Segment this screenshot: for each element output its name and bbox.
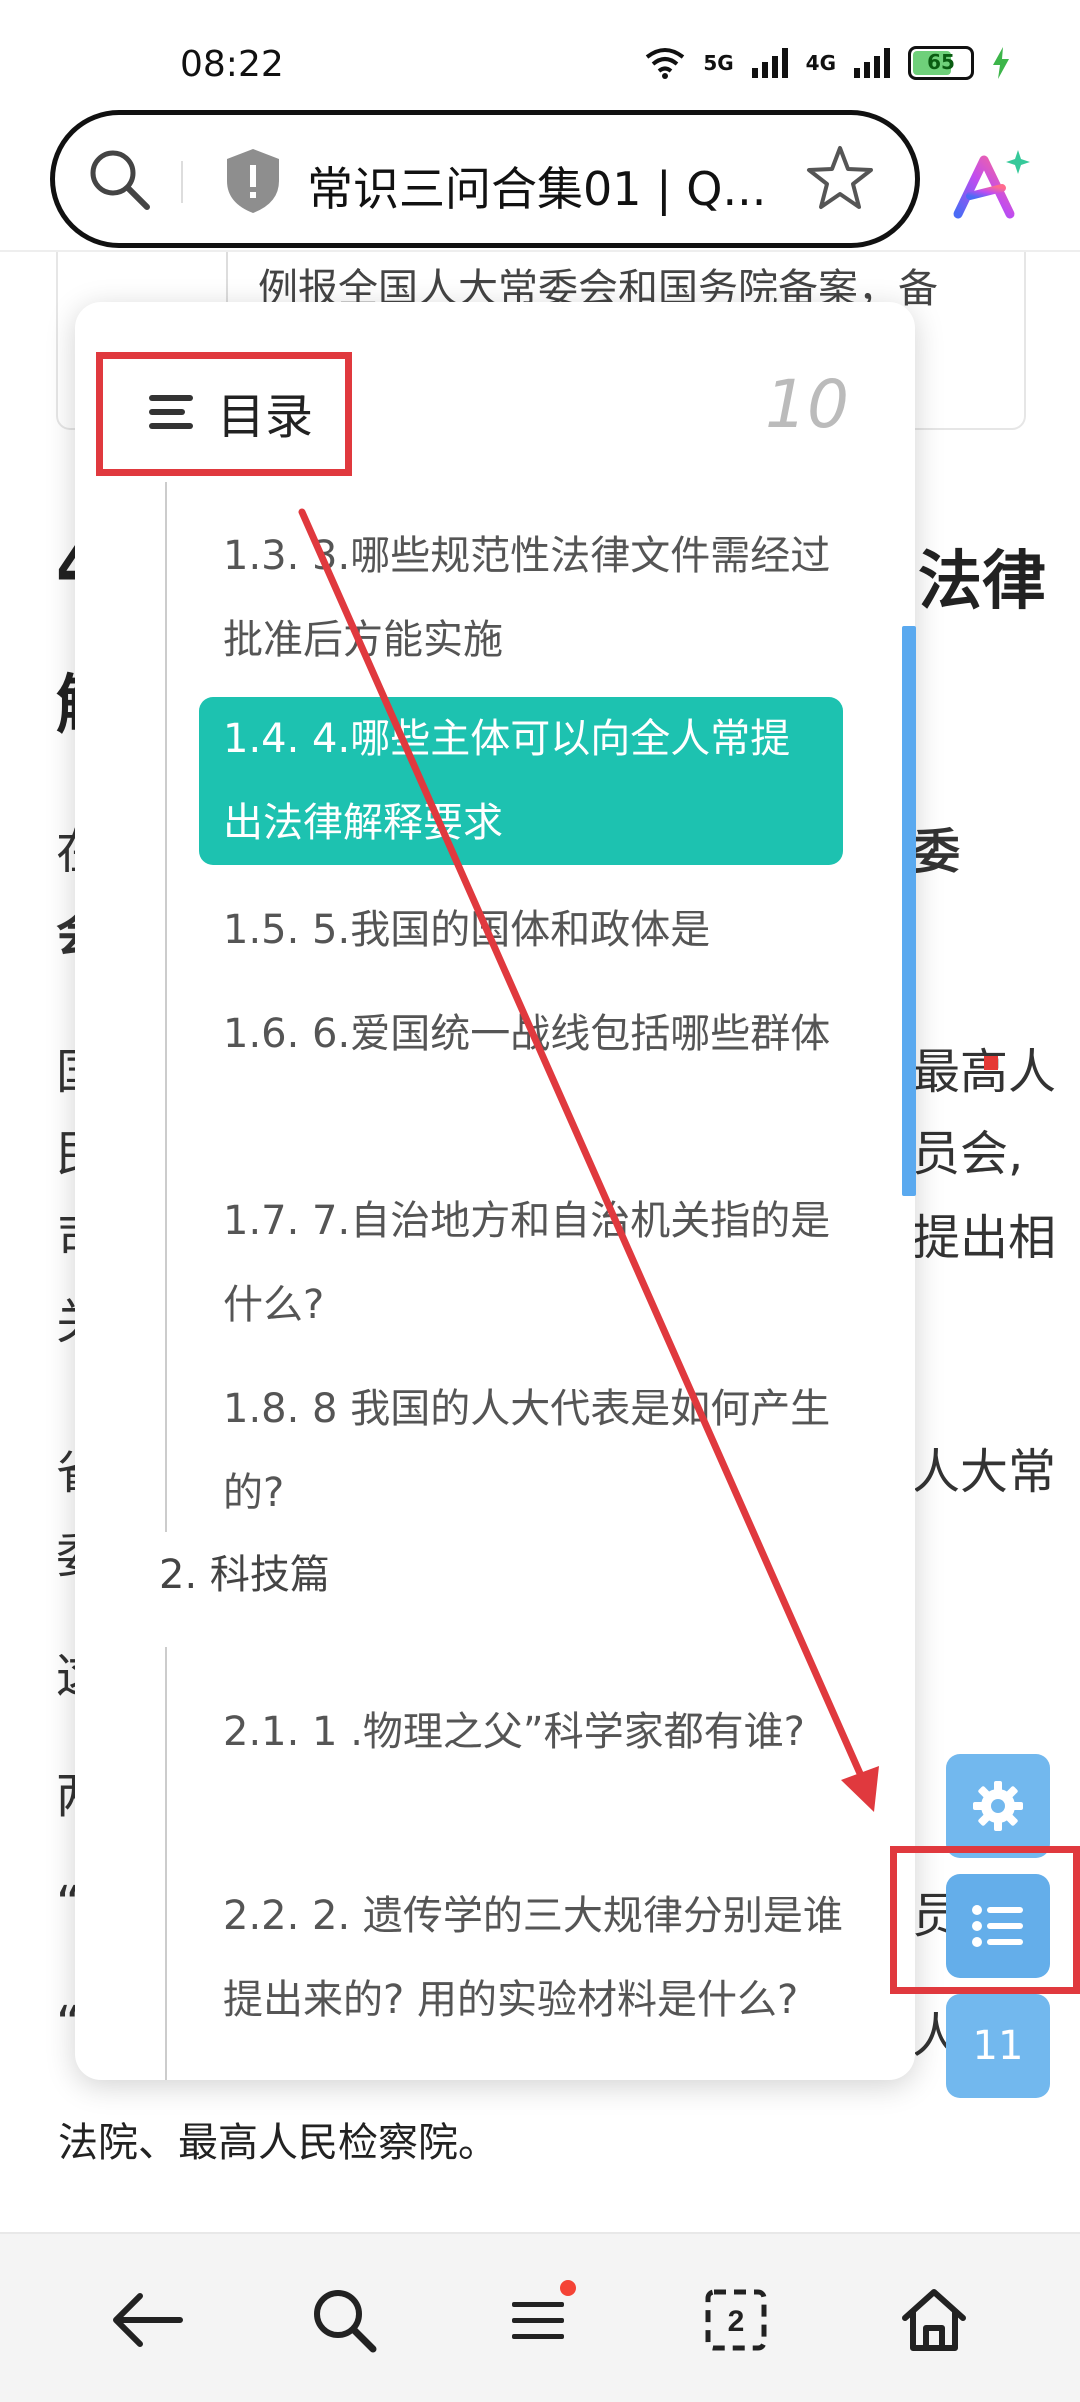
svg-text:2: 2	[728, 2305, 745, 2338]
search-icon	[314, 2290, 377, 2353]
annotation-arrow	[298, 508, 879, 1812]
back-arrow-icon	[113, 2293, 183, 2347]
menu-icon	[512, 2302, 564, 2339]
home-button[interactable]	[894, 2280, 974, 2360]
search-button[interactable]	[304, 2280, 384, 2360]
bottom-nav: 2	[0, 2232, 1080, 2402]
menu-button[interactable]	[498, 2280, 578, 2360]
tabs-icon: 2	[705, 2289, 767, 2351]
tabs-button[interactable]: 2	[696, 2280, 776, 2360]
home-icon	[902, 2289, 966, 2351]
notification-dot	[560, 2280, 576, 2296]
back-button[interactable]	[108, 2280, 188, 2360]
